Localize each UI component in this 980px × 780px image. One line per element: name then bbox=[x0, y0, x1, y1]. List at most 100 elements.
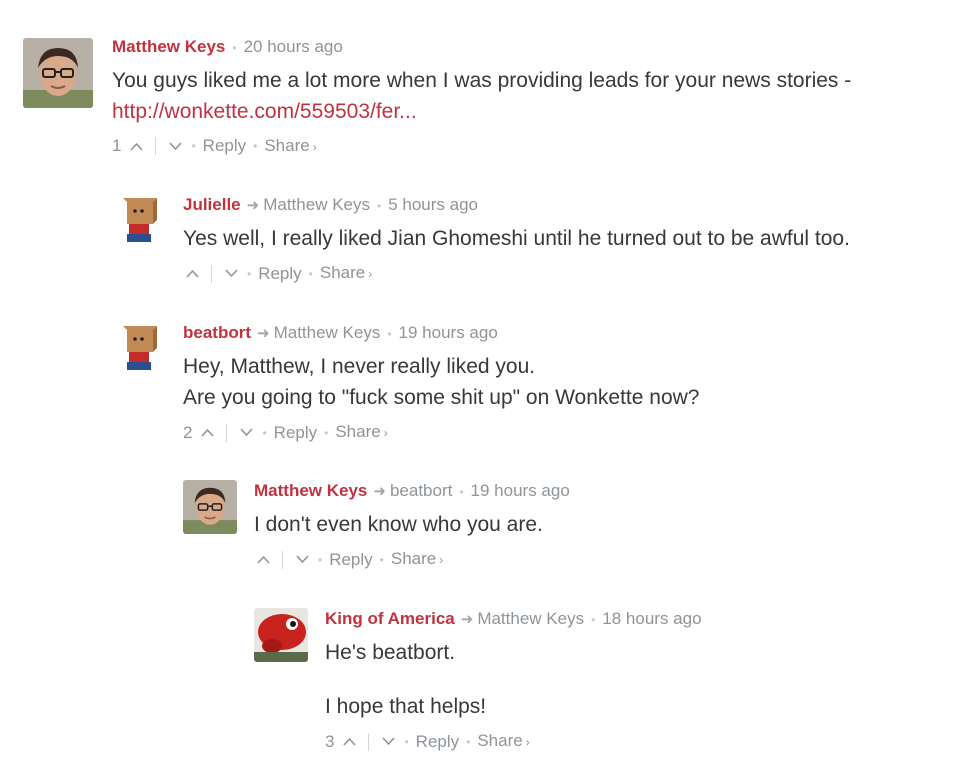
red-creature-avatar-icon bbox=[254, 608, 308, 662]
reply-button[interactable]: Reply bbox=[274, 422, 317, 444]
vote-divider bbox=[211, 264, 212, 283]
separator-dot: • bbox=[459, 484, 464, 499]
chevron-right-icon: › bbox=[368, 267, 373, 281]
separator-dot: • bbox=[591, 612, 596, 627]
reply-arrow-icon: ➜ bbox=[460, 611, 474, 628]
chevron-right-icon: › bbox=[383, 426, 388, 440]
comment-text-line: He's beatbort. bbox=[325, 641, 456, 664]
reply-arrow-icon: ➜ bbox=[257, 325, 270, 342]
author-name[interactable]: King of America bbox=[325, 609, 455, 628]
separator-dot: • bbox=[318, 552, 323, 567]
chevron-up-icon bbox=[256, 555, 270, 564]
paper-bag-avatar-icon bbox=[117, 194, 171, 248]
comment-text: He's beatbort. I hope that helps! bbox=[325, 637, 925, 722]
separator-dot: • bbox=[387, 326, 392, 341]
share-button[interactable]: Share › bbox=[477, 730, 529, 753]
reply-button[interactable]: Reply bbox=[203, 135, 246, 157]
upvote-button[interactable] bbox=[198, 424, 216, 442]
comment-header: beatbort ➜ Matthew Keys • 19 hours ago bbox=[183, 322, 943, 345]
chevron-down-icon bbox=[169, 141, 182, 150]
share-button[interactable]: Share › bbox=[264, 135, 316, 158]
upvote-button[interactable] bbox=[254, 551, 272, 569]
share-label: Share bbox=[335, 422, 381, 441]
parent-author[interactable]: beatbort bbox=[390, 481, 452, 500]
vote-divider bbox=[282, 550, 283, 569]
downvote-button[interactable] bbox=[222, 265, 240, 283]
chevron-right-icon: › bbox=[525, 735, 530, 749]
avatar[interactable] bbox=[117, 194, 171, 248]
chevron-down-icon bbox=[382, 737, 395, 746]
comment-footer: • Reply • Share › bbox=[254, 548, 954, 571]
downvote-button[interactable] bbox=[237, 424, 255, 442]
comment-footer: 3 • Reply • Share › bbox=[325, 730, 925, 753]
share-label: Share bbox=[319, 263, 366, 282]
separator-dot: • bbox=[404, 734, 409, 749]
share-button[interactable]: Share › bbox=[335, 421, 387, 444]
author-name[interactable]: beatbort bbox=[183, 323, 251, 342]
avatar[interactable] bbox=[23, 38, 93, 108]
vote-divider bbox=[226, 423, 228, 442]
comment-text-line: Are you going to "fuck some shit up" on … bbox=[183, 386, 700, 409]
separator-dot: • bbox=[466, 734, 471, 749]
chevron-right-icon: › bbox=[439, 553, 444, 567]
separator-dot: • bbox=[253, 139, 258, 154]
author-name[interactable]: Matthew Keys bbox=[254, 481, 367, 500]
upvote-button[interactable] bbox=[340, 733, 358, 751]
parent-author[interactable]: Matthew Keys bbox=[263, 195, 370, 214]
timestamp[interactable]: 18 hours ago bbox=[602, 609, 701, 628]
comment-text-line: I hope that helps! bbox=[325, 695, 487, 718]
comment-text-line: Yes well, I really liked Jian Ghomeshi u… bbox=[183, 227, 850, 250]
chevron-down-icon bbox=[295, 555, 309, 564]
vote-divider bbox=[155, 137, 157, 156]
avatar[interactable] bbox=[117, 322, 171, 376]
vote-divider bbox=[368, 732, 370, 751]
comment-text: You guys liked me a lot more when I was … bbox=[112, 65, 972, 127]
share-button[interactable]: Share › bbox=[391, 548, 443, 571]
chevron-down-icon bbox=[240, 428, 253, 437]
comment-header: Julielle ➜ Matthew Keys • 5 hours ago bbox=[183, 194, 943, 217]
separator-dot: • bbox=[247, 266, 252, 281]
parent-author[interactable]: Matthew Keys bbox=[274, 323, 381, 342]
separator-dot: • bbox=[191, 139, 196, 154]
separator-dot: • bbox=[262, 425, 267, 440]
timestamp[interactable]: 19 hours ago bbox=[471, 481, 570, 500]
parent-author[interactable]: Matthew Keys bbox=[477, 609, 584, 628]
timestamp[interactable]: 19 hours ago bbox=[399, 323, 498, 342]
comment-text-line: You guys liked me a lot more when I was … bbox=[112, 68, 852, 92]
timestamp[interactable]: 20 hours ago bbox=[244, 37, 343, 56]
vote-count: 1 bbox=[112, 136, 122, 156]
reply-button[interactable]: Reply bbox=[416, 731, 459, 753]
author-name[interactable]: Julielle bbox=[183, 195, 241, 214]
vote-count: 2 bbox=[183, 422, 193, 442]
separator-dot: • bbox=[308, 266, 313, 281]
share-label: Share bbox=[477, 731, 523, 750]
comment-header: Matthew Keys ➜ beatbort • 19 hours ago bbox=[254, 480, 954, 503]
chevron-up-icon bbox=[201, 428, 214, 437]
separator-dot: • bbox=[376, 198, 382, 213]
avatar-person-icon bbox=[183, 480, 237, 534]
downvote-button[interactable] bbox=[293, 551, 311, 569]
chevron-up-icon bbox=[185, 269, 199, 278]
comment-text: Hey, Matthew, I never really liked you. … bbox=[183, 351, 943, 413]
avatar[interactable] bbox=[183, 480, 237, 534]
paper-bag-avatar-icon bbox=[117, 322, 171, 376]
comment-text: Yes well, I really liked Jian Ghomeshi u… bbox=[183, 223, 943, 254]
comment-text-line: Hey, Matthew, I never really liked you. bbox=[183, 355, 536, 378]
author-name[interactable]: Matthew Keys bbox=[112, 37, 225, 56]
share-label: Share bbox=[390, 549, 437, 568]
downvote-button[interactable] bbox=[379, 733, 397, 751]
comment-text: I don't even know who you are. bbox=[254, 509, 954, 540]
timestamp[interactable]: 5 hours ago bbox=[388, 195, 478, 214]
downvote-button[interactable] bbox=[166, 137, 184, 155]
upvote-button[interactable] bbox=[183, 265, 201, 283]
comment-link[interactable]: http://wonkette.com/559503/fer... bbox=[112, 100, 417, 123]
chevron-right-icon: › bbox=[312, 139, 317, 154]
share-button[interactable]: Share › bbox=[320, 262, 372, 285]
reply-button[interactable]: Reply bbox=[258, 263, 301, 285]
reply-arrow-icon: ➜ bbox=[373, 483, 386, 500]
separator-dot: • bbox=[324, 425, 329, 440]
avatar[interactable] bbox=[254, 608, 308, 662]
chevron-up-icon bbox=[343, 737, 356, 746]
upvote-button[interactable] bbox=[127, 137, 145, 155]
reply-button[interactable]: Reply bbox=[329, 549, 372, 571]
